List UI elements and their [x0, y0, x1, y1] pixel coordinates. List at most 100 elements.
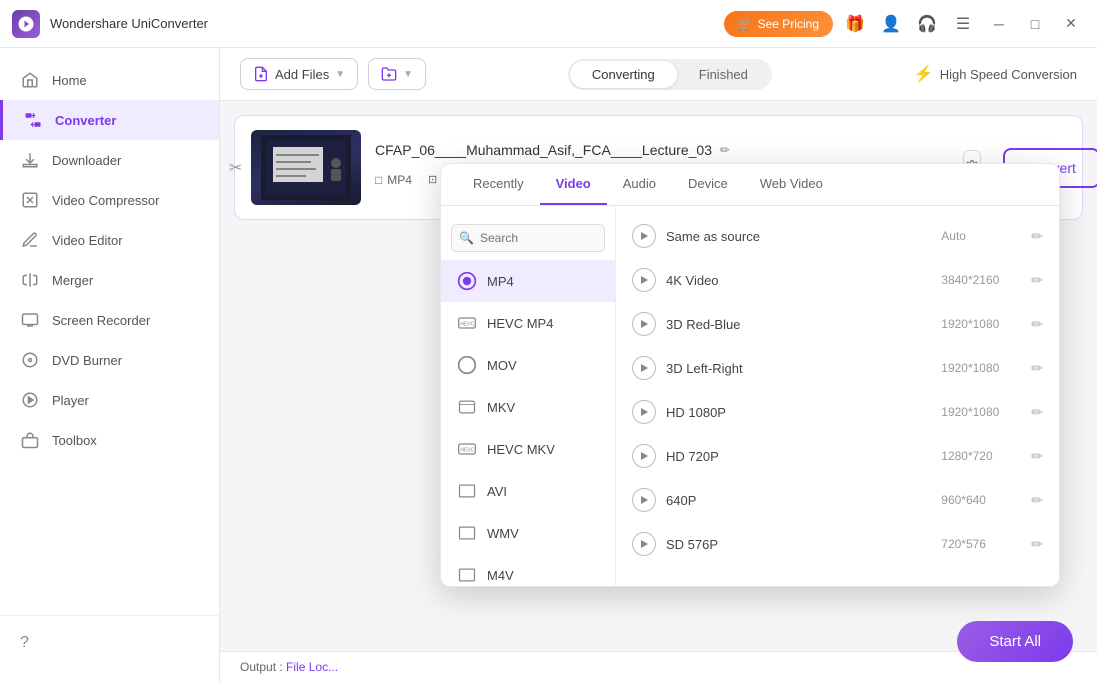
- sidebar-item-video-editor[interactable]: Video Editor: [0, 220, 219, 260]
- tab-device[interactable]: Device: [672, 164, 744, 205]
- tab-web-video[interactable]: Web Video: [744, 164, 839, 205]
- avi-icon: [455, 479, 479, 503]
- hevc-mp4-icon: HEVC: [455, 311, 479, 335]
- sidebar-item-screen-recorder[interactable]: Screen Recorder: [0, 300, 219, 340]
- tab-audio[interactable]: Audio: [607, 164, 672, 205]
- toolbox-icon: [20, 430, 40, 450]
- maximize-button[interactable]: □: [1021, 10, 1049, 38]
- converting-tab[interactable]: Converting: [570, 61, 677, 88]
- play-icon-576: [632, 532, 656, 556]
- add-folder-chevron: ▼: [403, 69, 413, 80]
- format-left-wmv[interactable]: WMV: [441, 512, 615, 554]
- format-tabs: Recently Video Audio Device Web Video: [441, 164, 1059, 206]
- toolbar: Add Files ▼ ▼ Converting Finished ⚡ High…: [220, 48, 1097, 101]
- sidebar-item-converter[interactable]: Converter: [0, 100, 219, 140]
- sidebar-label-home: Home: [52, 73, 87, 88]
- see-pricing-button[interactable]: 🛒 See Pricing: [724, 11, 833, 37]
- edit-icon-3dlr[interactable]: ✏: [1031, 360, 1043, 377]
- edit-icon-640[interactable]: ✏: [1031, 492, 1043, 509]
- format-right-3d-red-blue[interactable]: 3D Red-Blue 1920*1080 ✏: [616, 302, 1059, 346]
- dvd-icon: [20, 350, 40, 370]
- app-title: Wondershare UniConverter: [50, 16, 724, 31]
- merge-icon: [20, 270, 40, 290]
- sidebar-label-compressor: Video Compressor: [52, 193, 159, 208]
- edit-icon-4k[interactable]: ✏: [1031, 272, 1043, 289]
- add-files-button[interactable]: Add Files ▼: [240, 58, 358, 90]
- high-speed-toggle[interactable]: ⚡ High Speed Conversion: [914, 64, 1077, 84]
- format-left-mp4[interactable]: MP4: [441, 260, 615, 302]
- sidebar-label-screen-recorder: Screen Recorder: [52, 313, 150, 328]
- sidebar-label-downloader: Downloader: [52, 153, 121, 168]
- help-icon: ?: [20, 634, 29, 652]
- start-all-button[interactable]: Start All: [957, 621, 1073, 662]
- edit-icon-576[interactable]: ✏: [1031, 536, 1043, 553]
- format-left-m4v[interactable]: M4V: [441, 554, 615, 586]
- format-right-640p[interactable]: 640P 960*640 ✏: [616, 478, 1059, 522]
- svg-text:HEVC: HEVC: [460, 448, 474, 454]
- lightning-icon: ⚡: [914, 64, 934, 84]
- format-right-4k[interactable]: 4K Video 3840*2160 ✏: [616, 258, 1059, 302]
- sidebar-label-converter: Converter: [55, 113, 116, 128]
- mp4-icon: [455, 269, 479, 293]
- format-body: 🔍 MP4 HEVC: [441, 206, 1059, 586]
- sidebar-item-player[interactable]: Player: [0, 380, 219, 420]
- edit-icon-hd1080[interactable]: ✏: [1031, 404, 1043, 421]
- format-left-panel: 🔍 MP4 HEVC: [441, 206, 616, 586]
- sidebar-item-toolbox[interactable]: Toolbox: [0, 420, 219, 460]
- main-content: Add Files ▼ ▼ Converting Finished ⚡ High…: [220, 48, 1097, 682]
- format-right-same-as-source[interactable]: Same as source Auto ✏: [616, 214, 1059, 258]
- file-name-edit-icon[interactable]: ✏: [720, 143, 730, 157]
- format-right-hd-720p[interactable]: HD 720P 1280*720 ✏: [616, 434, 1059, 478]
- sidebar-item-video-compressor[interactable]: Video Compressor: [0, 180, 219, 220]
- gift-icon[interactable]: 🎁: [841, 10, 869, 38]
- menu-icon[interactable]: ☰: [949, 10, 977, 38]
- edit-icon: [20, 230, 40, 250]
- format-left-mkv[interactable]: MKV: [441, 386, 615, 428]
- svg-text:HEVC: HEVC: [460, 322, 474, 328]
- sidebar-bottom: ?: [0, 615, 219, 670]
- close-button[interactable]: ✕: [1057, 10, 1085, 38]
- add-folder-button[interactable]: ▼: [368, 58, 426, 90]
- sidebar-label-dvd: DVD Burner: [52, 353, 122, 368]
- app-logo: [12, 10, 40, 38]
- content-area: ✂: [220, 101, 1097, 651]
- sidebar-item-home[interactable]: Home: [0, 60, 219, 100]
- format-left-avi[interactable]: AVI: [441, 470, 615, 512]
- edit-icon-hd720[interactable]: ✏: [1031, 448, 1043, 465]
- sidebar-item-downloader[interactable]: Downloader: [0, 140, 219, 180]
- download-icon: [20, 150, 40, 170]
- format-right-3d-left-right[interactable]: 3D Left-Right 1920*1080 ✏: [616, 346, 1059, 390]
- converter-icon: [23, 110, 43, 130]
- tab-video[interactable]: Video: [540, 164, 607, 205]
- compress-icon: [20, 190, 40, 210]
- format-left-hevc-mkv[interactable]: HEVC HEVC MKV: [441, 428, 615, 470]
- minimize-button[interactable]: ─: [985, 10, 1013, 38]
- add-files-chevron: ▼: [335, 69, 345, 80]
- m4v-icon: [455, 563, 479, 586]
- tab-recently[interactable]: Recently: [457, 164, 540, 205]
- sidebar-item-merger[interactable]: Merger: [0, 260, 219, 300]
- player-icon: [20, 390, 40, 410]
- tab-toggle-area: Converting Finished: [436, 59, 904, 90]
- format-left-mov[interactable]: MOV: [441, 344, 615, 386]
- finished-tab[interactable]: Finished: [677, 61, 770, 88]
- search-box: 🔍: [441, 216, 615, 260]
- help-button[interactable]: ?: [0, 626, 219, 660]
- thumbnail-placeholder: [251, 130, 361, 205]
- format-right-sd-576p[interactable]: SD 576P 720*576 ✏: [616, 522, 1059, 566]
- edit-icon-3drb[interactable]: ✏: [1031, 316, 1043, 333]
- play-icon-640: [632, 488, 656, 512]
- thumbnail-svg: [261, 135, 351, 200]
- edit-icon-same[interactable]: ✏: [1031, 228, 1043, 245]
- format-search-input[interactable]: [451, 224, 605, 252]
- sidebar-label-toolbox: Toolbox: [52, 433, 97, 448]
- sidebar-label-player: Player: [52, 393, 89, 408]
- sidebar-item-dvd-burner[interactable]: DVD Burner: [0, 340, 219, 380]
- format-right-hd-1080p[interactable]: HD 1080P 1920*1080 ✏: [616, 390, 1059, 434]
- format-left-hevc-mp4[interactable]: HEVC HEVC MP4: [441, 302, 615, 344]
- headset-icon[interactable]: 🎧: [913, 10, 941, 38]
- add-file-icon: [253, 66, 269, 82]
- bottom-actions: Start All: [957, 621, 1087, 672]
- account-icon[interactable]: 👤: [877, 10, 905, 38]
- scissors-icon[interactable]: ✂: [229, 158, 242, 178]
